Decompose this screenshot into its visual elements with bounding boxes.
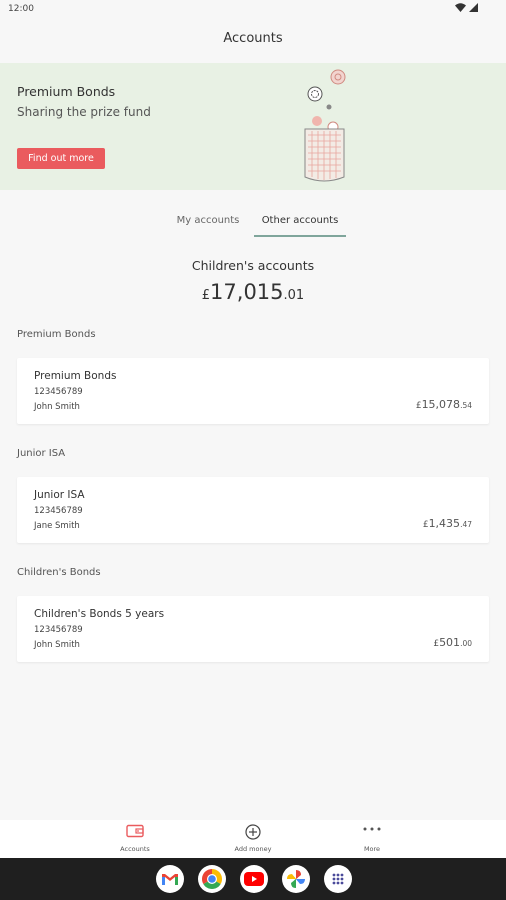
- account-balance: £501.00: [433, 636, 472, 649]
- account-number: 123456789: [34, 625, 83, 635]
- bottom-navigation: Accounts Add money More: [0, 820, 506, 858]
- dock-app-drawer[interactable]: [324, 865, 352, 893]
- balance-pence: .47: [460, 520, 472, 529]
- accounts-icon: [126, 824, 144, 838]
- tab-my-accounts[interactable]: My accounts: [170, 205, 246, 235]
- prize-pocket-illustration: [304, 69, 346, 182]
- summary-currency: £: [201, 288, 211, 303]
- balance-pence: .54: [460, 401, 472, 410]
- balance-main: 15,078: [421, 398, 461, 411]
- more-dots-icon: [363, 827, 381, 831]
- balance-main: 1,435: [428, 517, 461, 530]
- section-label-premium-bonds: Premium Bonds: [17, 329, 96, 340]
- dock-gmail[interactable]: [156, 865, 184, 893]
- promo-subtitle: Sharing the prize fund: [17, 105, 151, 119]
- account-name: Children's Bonds 5 years: [34, 608, 165, 620]
- status-icons: [455, 3, 478, 12]
- chrome-icon: [202, 869, 222, 889]
- account-card-junior-isa[interactable]: Junior ISA 123456789 Jane Smith £1,435.4…: [17, 477, 489, 543]
- photos-icon: [287, 870, 305, 888]
- account-tabs: My accounts Other accounts: [0, 205, 506, 237]
- nav-accounts[interactable]: Accounts: [75, 820, 195, 858]
- account-holder: John Smith: [34, 402, 80, 412]
- status-time: 12:00: [8, 4, 34, 14]
- account-number: 123456789: [34, 387, 83, 397]
- system-dock: [0, 858, 506, 900]
- account-balance: £15,078.54: [416, 398, 472, 411]
- summary-amount-main: 17,015: [210, 280, 284, 304]
- section-label-junior-isa: Junior ISA: [17, 448, 66, 459]
- account-holder: John Smith: [34, 640, 80, 650]
- account-card-premium-bonds[interactable]: Premium Bonds 123456789 John Smith £15,0…: [17, 358, 489, 424]
- app-drawer-icon: [332, 873, 344, 885]
- gmail-icon: [162, 874, 178, 885]
- nav-add-money-label: Add money: [234, 845, 272, 853]
- summary-total: £17,015.01: [0, 280, 506, 304]
- nav-add-money[interactable]: Add money: [193, 820, 313, 858]
- signal-icon: [469, 3, 478, 12]
- account-holder: Jane Smith: [34, 521, 80, 531]
- promo-title: Premium Bonds: [17, 84, 116, 99]
- account-name: Junior ISA: [34, 489, 85, 501]
- nav-accounts-label: Accounts: [120, 845, 150, 853]
- balance-pence: .00: [460, 639, 472, 648]
- add-circle-icon: [245, 824, 261, 840]
- balance-main: 501: [439, 636, 461, 649]
- section-label-childrens-bonds: Children's Bonds: [17, 567, 101, 578]
- account-card-childrens-bonds[interactable]: Children's Bonds 5 years 123456789 John …: [17, 596, 489, 662]
- account-number: 123456789: [34, 506, 83, 516]
- wifi-icon: [455, 3, 466, 12]
- dock-chrome[interactable]: [198, 865, 226, 893]
- tab-other-accounts[interactable]: Other accounts: [254, 205, 346, 237]
- dock-youtube[interactable]: [240, 865, 268, 893]
- nav-more[interactable]: More: [312, 820, 432, 858]
- dock-photos[interactable]: [282, 865, 310, 893]
- account-balance: £1,435.47: [423, 517, 472, 530]
- status-bar: 12:00: [0, 0, 506, 20]
- summary-amount-pence: .01: [283, 288, 305, 303]
- nav-more-label: More: [363, 845, 381, 853]
- find-out-more-button[interactable]: Find out more: [17, 148, 105, 169]
- youtube-icon: [244, 872, 264, 886]
- account-name: Premium Bonds: [34, 370, 117, 382]
- page-title: Accounts: [223, 31, 283, 46]
- promo-banner: Premium Bonds Sharing the prize fund Fin…: [0, 63, 506, 190]
- summary-title: Children's accounts: [191, 258, 315, 273]
